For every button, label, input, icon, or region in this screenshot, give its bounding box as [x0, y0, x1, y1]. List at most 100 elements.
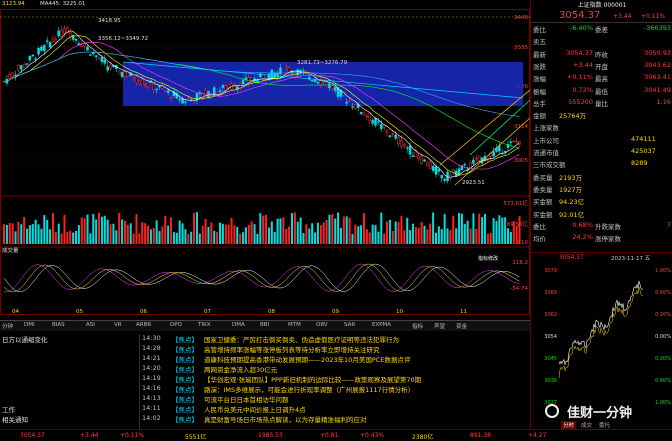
stock-title-text: 上证指数 000001: [577, 2, 627, 9]
indicator-tab[interactable]: BIAS: [52, 322, 65, 328]
indicator-tab[interactable]: ARBR: [136, 322, 151, 328]
indicator-tab[interactable]: 资金: [456, 322, 467, 330]
volume-bar: [247, 224, 250, 244]
indicator-tab[interactable]: MTM: [288, 322, 301, 328]
volume-bar: [345, 216, 348, 244]
candle: [34, 58, 37, 60]
candle: [187, 97, 190, 99]
quote-label: 委比: [533, 26, 546, 34]
candle: [164, 90, 167, 92]
volume-bar: [311, 223, 314, 244]
candlestick-chart[interactable]: 344933353226311430053418.953356.12~3349.…: [0, 0, 530, 315]
status-item: 5551亿: [185, 434, 207, 441]
news-item[interactable]: 14:11 【焦点】 人民币兑美元中间价报上日调升4点: [142, 404, 530, 414]
indicator-tab[interactable]: ASI: [86, 322, 95, 328]
candle: [457, 168, 461, 175]
volume-bar: [115, 230, 118, 244]
volume-bar: [109, 224, 112, 244]
news-item[interactable]: 14:21 【焦点】 道康科技预期提高香港带动发展预期——2023年10月美国PCE…: [142, 354, 530, 364]
quote-label: 委卖量: [533, 185, 553, 194]
indicator-tab[interactable]: BBI: [260, 322, 269, 328]
indicator-tab[interactable]: 分钟: [2, 322, 13, 330]
indicator-tab[interactable]: DMI: [24, 322, 35, 328]
volume-bar: [221, 223, 224, 244]
news-item[interactable]: 14:16 【焦点】 路演：IMS多维展示，可能会进行折现率调整（广州展报1117行…: [142, 384, 530, 394]
volume-bar: [66, 232, 69, 244]
quote-value: 3054.37: [566, 48, 593, 57]
volume-bar: [386, 221, 389, 244]
indicator-tab[interactable]: EXPMA: [372, 322, 391, 328]
candle: [152, 84, 156, 91]
news-left-item[interactable]: 日方以通缩变化: [0, 334, 138, 344]
mini-price-label: 3079: [544, 268, 557, 274]
indicator-tab[interactable]: 声望: [434, 322, 445, 330]
volume-bar: [129, 223, 132, 244]
price-axis-label: 3449: [514, 15, 528, 21]
news-time: 14:30: [142, 334, 161, 342]
news-left-item[interactable]: 相关通知: [0, 414, 138, 424]
candle: [215, 92, 219, 95]
volume-bar: [492, 218, 495, 244]
volume-bar: [161, 226, 164, 244]
candle: [135, 76, 138, 84]
news-item[interactable]: 14:20 【焦点】 两网资金净流入超30亿元: [142, 364, 530, 374]
kline-chart-panel[interactable]: 3123.94 MA445: 3225.01 34493335322631143…: [0, 0, 530, 315]
candle: [380, 124, 383, 130]
volume-bar: [224, 224, 227, 244]
volume-bar: [509, 231, 512, 244]
indicator-tab[interactable]: VR: [114, 322, 122, 328]
volume-bar: [478, 213, 481, 244]
candle: [94, 55, 98, 57]
volume-bar: [432, 212, 435, 244]
news-item[interactable]: 14:13 【焦点】 可流平台日日本首相访华问题: [142, 394, 530, 404]
price-axis-label: 3005: [514, 158, 528, 164]
news-item[interactable]: 14:02 【焦点】 真是财富号场日市场热点解读，以为存量精准福利的应对: [142, 414, 530, 424]
volume-label-unit: X10: [517, 240, 528, 246]
indicator-tab[interactable]: DPO: [170, 322, 182, 328]
indicator-tab[interactable]: TRIX: [198, 322, 211, 328]
quote-row: 买金额: [531, 209, 672, 220]
news-item[interactable]: 14:19 【焦点】 【华创宏观·张瑜团队】PPP新旧机制的边际比较——政策观察及展…: [142, 374, 530, 384]
news-left-item[interactable]: 工作: [0, 404, 138, 414]
volume-bar: [5, 224, 8, 244]
candle: [97, 54, 101, 59]
osc-label-bottom: -54.74: [510, 286, 528, 292]
candle: [408, 145, 412, 155]
candle: [434, 166, 438, 175]
volume-bar: [458, 213, 461, 244]
quote-value2: 3050.93: [644, 48, 671, 57]
news-left-item: [0, 364, 138, 374]
quote-row: 总手 555200 量比 1.16: [531, 98, 672, 109]
volume-bar: [285, 228, 288, 244]
candle: [397, 137, 400, 144]
candle: [411, 155, 415, 157]
indicator-tab[interactable]: SAR: [344, 322, 355, 328]
candle: [100, 57, 104, 63]
candle: [368, 112, 372, 121]
mini-pct-label: 0.20%: [655, 356, 671, 362]
volume-bar: [89, 233, 92, 244]
news-text: 【华创宏观·张瑜团队】PPP新旧机制的边际比较——政策观察及展望第70期: [204, 376, 422, 384]
candle: [25, 63, 29, 65]
news-item[interactable]: 14:28 【焦点】 高管增持频率涨幅等涨停板列表等待分析率立即增持关注研究: [142, 344, 530, 354]
quote-extra-value: 474111: [631, 134, 656, 143]
candle: [218, 90, 222, 92]
month-label: 07: [204, 309, 211, 315]
indicator-tab[interactable]: OBV: [316, 322, 328, 328]
volume-bar: [98, 212, 101, 244]
annotation-range2: 3281.73~3276.79: [297, 60, 348, 66]
candle: [60, 30, 63, 37]
price-change-pct: +0.11%: [641, 13, 666, 20]
volume-bar: [54, 232, 57, 244]
quote-extra-value: 25764万: [559, 112, 587, 121]
quote-label: 买金额: [533, 210, 553, 219]
indicator-tab[interactable]: DMA: [232, 322, 245, 328]
volume-bar: [449, 229, 452, 244]
volume-bar: [319, 225, 322, 244]
indicator-tab[interactable]: 指标: [412, 322, 423, 330]
candle: [492, 151, 495, 157]
candle: [400, 140, 403, 147]
volume-bar: [57, 223, 60, 244]
volume-bar: [276, 218, 279, 244]
news-item[interactable]: 14:30 【焦点】 国家卫健委：严厉打击倒买倒卖、伪造虚假医疗证明等违法犯罪行为: [142, 334, 530, 344]
